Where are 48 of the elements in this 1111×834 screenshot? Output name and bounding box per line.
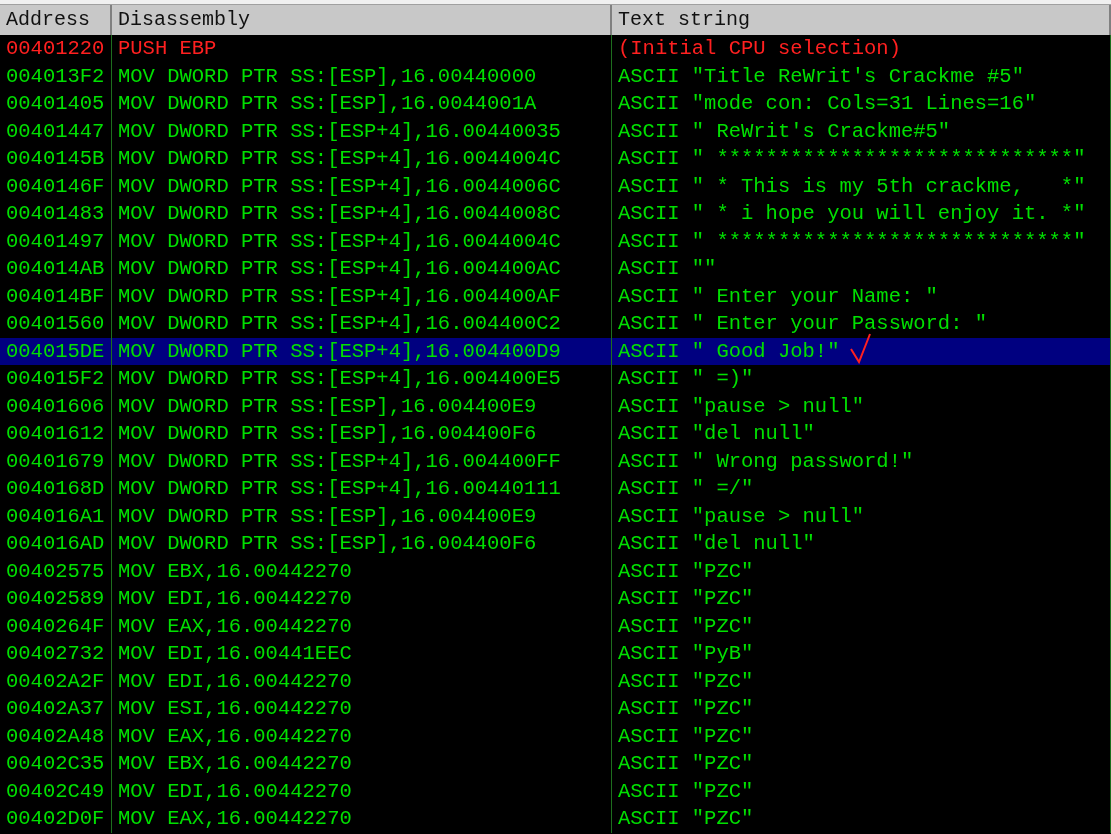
address-cell: 00402589 [0, 585, 112, 613]
disassembly-cell: MOV DWORD PTR SS:[ESP+4],16.004400AC [112, 255, 612, 283]
text-string-cell: ASCII "mode con: Cols=31 Lines=16" [612, 90, 1111, 118]
address-cell: 00401612 [0, 420, 112, 448]
text-string-cell: ASCII "PZC" [612, 750, 1111, 778]
address-cell: 004014AB [0, 255, 112, 283]
text-string-cell: ASCII "PZC" [612, 805, 1111, 833]
text-string-cell: ASCII "PZC" [612, 585, 1111, 613]
address-cell: 00402732 [0, 640, 112, 668]
text-string-cell: ASCII "del null" [612, 420, 1111, 448]
address-cell: 00402C35 [0, 750, 112, 778]
address-cell: 00401220 [0, 35, 112, 63]
text-string-cell: (Initial CPU selection) [612, 35, 1111, 63]
disassembly-cell: MOV EDI,16.00442270 [112, 585, 612, 613]
address-cell: 004016AD [0, 530, 112, 558]
disassembly-cell: MOV EBX,16.00442270 [112, 750, 612, 778]
text-string-cell: ASCII " =)" [612, 365, 1111, 393]
disassembly-cell: PUSH EBP [112, 35, 612, 63]
text-string-cell: ASCII "PyB" [612, 640, 1111, 668]
address-cell: 00401405 [0, 90, 112, 118]
disassembly-cell: MOV DWORD PTR SS:[ESP+4],16.00440111 [112, 475, 612, 503]
text-string-cell: ASCII "del null" [612, 530, 1111, 558]
address-cell: 004015F2 [0, 365, 112, 393]
disassembly-cell: MOV DWORD PTR SS:[ESP+4],16.004400C2 [112, 310, 612, 338]
disassembly-cell: MOV DWORD PTR SS:[ESP],16.004400F6 [112, 420, 612, 448]
disassembly-cell: MOV ESI,16.00442270 [112, 695, 612, 723]
disassembly-cell: MOV DWORD PTR SS:[ESP],16.004400F6 [112, 530, 612, 558]
disassembly-cell: MOV DWORD PTR SS:[ESP+4],16.0044004C [112, 145, 612, 173]
column-header[interactable]: Text string [612, 5, 1111, 35]
address-cell: 00401483 [0, 200, 112, 228]
address-cell: 0040145B [0, 145, 112, 173]
disassembly-cell: MOV EDI,16.00441EEC [112, 640, 612, 668]
text-string-cell: ASCII "" [612, 255, 1111, 283]
address-cell: 00402A37 [0, 695, 112, 723]
disassembly-cell: MOV DWORD PTR SS:[ESP+4],16.0044008C [112, 200, 612, 228]
text-string-cell: ASCII " * i hope you will enjoy it. *" [612, 200, 1111, 228]
address-cell: 0040168D [0, 475, 112, 503]
column-header[interactable]: Address [0, 5, 112, 35]
address-cell: 00401560 [0, 310, 112, 338]
address-cell: 00402D0F [0, 805, 112, 833]
text-string-cell: ASCII " *****************************" [612, 145, 1111, 173]
text-string-cell: ASCII " =/" [612, 475, 1111, 503]
disassembly-cell: MOV EAX,16.00442270 [112, 805, 612, 833]
disassembly-cell: MOV DWORD PTR SS:[ESP],16.0044001A [112, 90, 612, 118]
text-string-cell: ASCII " Enter your Password: " [612, 310, 1111, 338]
text-string-cell: ASCII "PZC" [612, 695, 1111, 723]
column-header[interactable]: Disassembly [112, 5, 612, 35]
disassembly-cell: MOV DWORD PTR SS:[ESP+4],16.004400E5 [112, 365, 612, 393]
